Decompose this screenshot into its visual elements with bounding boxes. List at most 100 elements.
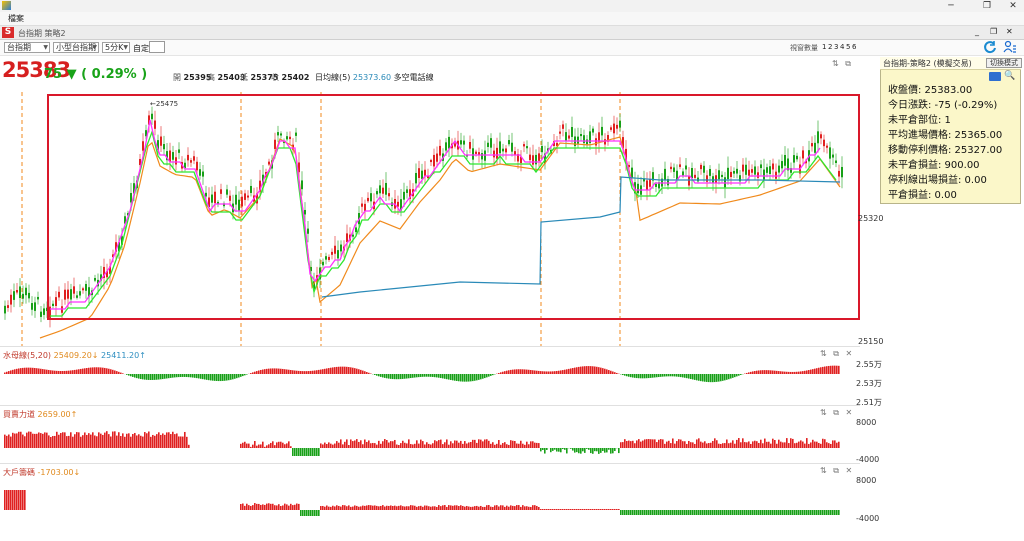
jellyfish-bar <box>704 374 706 382</box>
force-bar <box>646 439 648 448</box>
chips-bar <box>602 509 604 510</box>
contract-select[interactable]: 小型台指期 ▼ <box>53 42 99 53</box>
window-count-2[interactable]: 2 <box>828 43 832 51</box>
window-count-1[interactable]: 1 <box>822 43 826 51</box>
force-bar <box>252 444 254 448</box>
jellyfish-bar <box>170 374 172 378</box>
force-bar <box>350 439 352 448</box>
jellyfish-bar <box>690 374 692 380</box>
force-bar <box>692 442 694 448</box>
force-bar <box>660 439 662 448</box>
candle-body <box>325 256 327 260</box>
force-bar <box>606 448 608 453</box>
jellyfish-bar <box>694 374 696 380</box>
jellyfish-bar <box>552 371 554 374</box>
custom-input[interactable] <box>149 41 165 53</box>
candle-body <box>364 203 366 212</box>
pane2-icons[interactable]: ⇅ ⧉ ✕ <box>820 408 854 418</box>
sub-minimize-button[interactable]: _ <box>975 27 979 36</box>
jellyfish-bar <box>774 370 776 374</box>
chips-bar <box>598 509 600 510</box>
window-count-3[interactable]: 3 <box>834 43 838 51</box>
main-axis-label-2: 25150 <box>858 337 884 346</box>
chips-bar <box>820 510 822 515</box>
candle-body <box>718 170 720 180</box>
jellyfish-bar <box>364 371 366 374</box>
window-count-6[interactable]: 6 <box>852 43 856 51</box>
force-bar <box>460 440 462 448</box>
jellyfish-bar <box>486 374 488 378</box>
force-bar <box>808 443 810 448</box>
chips-bar <box>14 490 16 510</box>
chips-bar <box>6 490 8 510</box>
jellyfish-bar <box>28 367 30 374</box>
jellyfish-bar <box>298 370 300 374</box>
window-count-5[interactable]: 5 <box>846 43 850 51</box>
candle-body <box>535 154 537 165</box>
chips-bar <box>300 510 302 516</box>
jellyfish-bar <box>6 371 8 374</box>
maximize-button[interactable]: ❐ <box>976 0 998 12</box>
force-bar <box>470 441 472 448</box>
pane3-icons[interactable]: ⇅ ⧉ ✕ <box>820 466 854 476</box>
chips-bar <box>408 506 410 510</box>
chips-bar <box>750 510 752 515</box>
force-bar <box>436 441 438 448</box>
candle-body <box>823 139 825 147</box>
person-list-icon[interactable] <box>1003 40 1017 54</box>
jellyfish-bar <box>810 369 812 374</box>
jellyfish-bar <box>726 374 728 380</box>
chips-bar <box>748 510 750 515</box>
symbol-select[interactable]: 台指期 ▼ <box>4 42 50 53</box>
chips-bar <box>276 505 278 510</box>
jellyfish-bar <box>632 374 634 378</box>
jellyfish-bar <box>480 374 482 380</box>
force-bar <box>506 444 508 448</box>
zoom-icon[interactable]: 🔍 <box>1004 71 1015 81</box>
chips-bar <box>306 510 308 516</box>
chips-bar <box>610 509 612 510</box>
force-bar <box>586 448 588 449</box>
jellyfish-bar <box>784 371 786 374</box>
force-bar <box>656 442 658 448</box>
force-bar <box>334 443 336 448</box>
refresh-icon[interactable] <box>983 40 997 54</box>
force-bar <box>400 443 402 448</box>
sub-close-button[interactable]: ✕ <box>1006 27 1013 36</box>
force-bar <box>690 442 692 448</box>
menu-file[interactable]: 檔案 <box>8 13 24 24</box>
chips-bar <box>432 506 434 510</box>
window-count-4[interactable]: 4 <box>840 43 844 51</box>
chips-bar <box>518 505 520 510</box>
period-select[interactable]: 5分K ▼ <box>102 42 130 53</box>
candle-body <box>142 141 144 151</box>
candle-body <box>160 136 162 146</box>
jellyfish-bar <box>702 374 704 382</box>
jellyfish-bar <box>38 368 40 374</box>
force-bar <box>378 440 380 448</box>
sub-maximize-button[interactable]: ❐ <box>990 27 997 36</box>
force-bar <box>716 440 718 448</box>
jellyfish-bar <box>776 370 778 374</box>
force-bar <box>36 433 38 448</box>
chips-bar <box>428 506 430 510</box>
chips-bar <box>438 505 440 510</box>
candle-body <box>76 295 78 298</box>
candle-body <box>244 193 246 200</box>
minimize-button[interactable]: ─ <box>940 0 962 12</box>
force-bar <box>576 448 578 453</box>
main-pane-icons[interactable]: ⇅ ⧉ <box>832 59 853 69</box>
jellyfish-bar <box>320 369 322 374</box>
force-bar <box>346 439 348 448</box>
force-bar <box>642 440 644 448</box>
chips-bar <box>810 510 812 515</box>
chips-bar <box>732 510 734 515</box>
settings-icon[interactable] <box>989 72 1001 81</box>
jellyfish-bar <box>324 368 326 374</box>
candle-body <box>274 139 276 149</box>
jellyfish-bar <box>114 370 116 374</box>
close-button[interactable]: ✕ <box>1002 0 1024 12</box>
jellyfish-bar <box>490 374 492 376</box>
jellyfish-bar <box>18 368 20 374</box>
switch-mode-button[interactable]: 切換模式 <box>986 58 1022 68</box>
